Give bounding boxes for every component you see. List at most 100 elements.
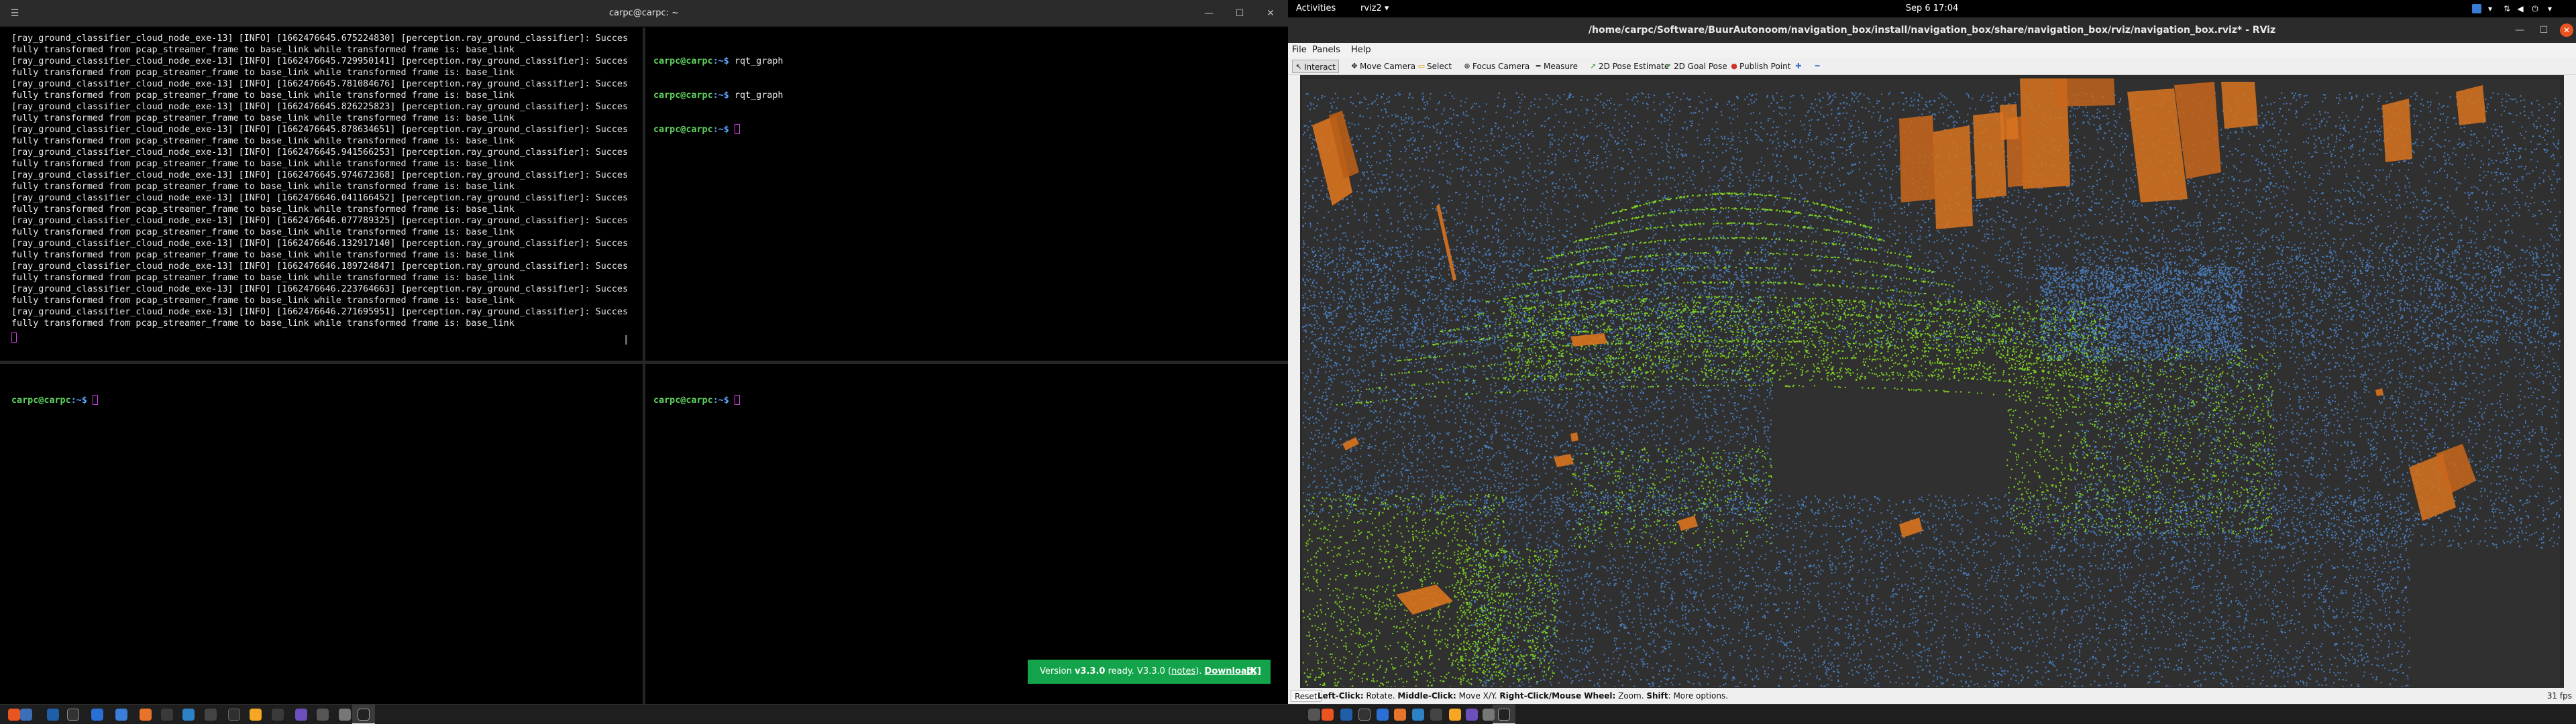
clock[interactable]: Sep 6 17:04 <box>1288 0 2576 17</box>
select-tool[interactable]: ▭ Select <box>1415 60 1452 73</box>
log-line: [ray_ground_classifier_cloud_node_exe-13… <box>11 101 643 113</box>
goal-pose-tool[interactable]: ➚ 2D Goal Pose <box>1662 60 1727 73</box>
app-icon[interactable] <box>272 709 284 721</box>
hint-text: Zoom. <box>1615 691 1646 701</box>
chevron-down-icon[interactable]: ▾ <box>2545 4 2555 13</box>
files-icon[interactable] <box>20 709 32 721</box>
hint-key: Middle-Click: <box>1397 691 1456 701</box>
measure-tool[interactable]: ═ Measure <box>1532 60 1578 73</box>
text-editor-icon[interactable] <box>1377 709 1389 721</box>
pane-divider-vertical[interactable] <box>643 27 645 704</box>
green-arrow-icon: ➚ <box>1664 60 1673 73</box>
log-line: [ray_ground_classifier_cloud_node_exe-13… <box>11 306 643 318</box>
ubuntu-icon[interactable] <box>1322 709 1334 721</box>
command-line: carpc@carpc:~$ <box>653 395 1288 406</box>
interact-tool[interactable]: ↖ Interact <box>1292 60 1339 73</box>
prompt-user: carpc@carpc <box>653 125 713 135</box>
command-text: rqt_graph <box>735 56 784 66</box>
terminal-titlebar[interactable]: ☰ carpc@carpc: ~ — ☐ ✕ <box>0 0 1288 27</box>
bounding-box <box>1899 115 1936 202</box>
taskbar-right <box>1288 704 2576 724</box>
scrollbar[interactable] <box>625 335 627 345</box>
volume-icon[interactable]: ◀ <box>2516 4 2525 13</box>
maximize-icon[interactable]: ☐ <box>2537 23 2551 37</box>
menu-file[interactable]: File <box>1292 43 1307 58</box>
code-icon[interactable] <box>1412 709 1424 721</box>
browser-icon[interactable] <box>47 709 59 721</box>
terminal-pane-top-left[interactable]: [ray_ground_classifier_cloud_node_exe-13… <box>0 27 643 361</box>
minimize-icon[interactable]: — <box>1201 5 1217 21</box>
settings-icon[interactable] <box>339 709 351 721</box>
app-icon[interactable] <box>205 709 217 721</box>
remove-tool-button[interactable]: ━ <box>1811 60 1823 73</box>
prompt-user: carpc@carpc <box>653 396 713 406</box>
power-icon[interactable]: ⏻ <box>2530 4 2540 13</box>
log-line: [ray_ground_classifier_cloud_node_exe-13… <box>11 170 643 181</box>
menu-help[interactable]: Help <box>1351 43 1371 58</box>
app-icon[interactable] <box>317 709 329 721</box>
tool-label: Publish Point <box>1739 62 1790 71</box>
menu-panels[interactable]: Panels <box>1312 43 1340 58</box>
move-camera-tool[interactable]: ✥ Move Camera <box>1348 60 1415 73</box>
terminal-pane-bottom-right[interactable]: carpc@carpc:~$ <box>645 364 1288 704</box>
focus-camera-tool[interactable]: ⊕ Focus Camera <box>1461 60 1529 73</box>
command-text: rqt_graph <box>735 90 784 101</box>
obsidian-icon[interactable] <box>295 709 307 721</box>
log-line: fully transformed from pcap_streamer_fra… <box>11 113 643 124</box>
log-line: fully transformed from pcap_streamer_fra… <box>11 295 643 306</box>
pose-estimate-tool[interactable]: ➚ 2D Pose Estimate <box>1587 60 1669 73</box>
app-icon[interactable] <box>1430 709 1442 721</box>
add-tool-button[interactable]: ✚ <box>1792 60 1804 73</box>
log-line: fully transformed from pcap_streamer_fra… <box>11 181 643 192</box>
close-icon[interactable]: ✕ <box>2560 23 2573 37</box>
rviz-window: /home/carpc/Software/BuurAutonoom/naviga… <box>1288 17 2576 704</box>
ubuntu-icon[interactable] <box>8 709 20 721</box>
code-icon[interactable] <box>182 709 195 721</box>
close-icon[interactable]: ✕ <box>1263 5 1279 21</box>
firefox-icon[interactable] <box>140 709 152 721</box>
prompt-user: carpc@carpc <box>653 56 713 66</box>
select-icon: ▭ <box>1417 60 1426 73</box>
left-dock-collapsed[interactable] <box>1288 75 1300 704</box>
terminal-window: ☰ carpc@carpc: ~ — ☐ ✕ [ray_ground_class… <box>0 0 1288 704</box>
document-icon[interactable] <box>115 709 127 721</box>
terminal-icon[interactable] <box>358 709 370 721</box>
publish-point-tool[interactable]: ● Publish Point <box>1728 60 1790 73</box>
log-line: fully transformed from pcap_streamer_fra… <box>11 318 643 329</box>
log-line: [ray_ground_classifier_cloud_node_exe-13… <box>11 33 643 44</box>
settings-icon[interactable] <box>1483 709 1495 721</box>
minimize-icon[interactable]: — <box>2513 23 2526 37</box>
minus-icon: ━ <box>1813 60 1822 73</box>
toast-close-button[interactable]: [X] <box>1246 660 1261 684</box>
tray-app-icon[interactable] <box>2472 4 2481 13</box>
reset-button[interactable]: Reset <box>1291 690 1322 702</box>
3d-viewport[interactable] <box>1301 78 2561 688</box>
maximize-icon[interactable]: ☐ <box>1232 5 1248 21</box>
terminal-pane-top-right[interactable]: carpc@carpc:~$ rqt_graph carpc@carpc:~$ … <box>645 27 1288 361</box>
chrome-icon[interactable] <box>250 709 262 721</box>
text-editor-icon[interactable] <box>91 709 103 721</box>
app-icon[interactable] <box>161 709 173 721</box>
terminal-title: carpc@carpc: ~ <box>0 0 1288 27</box>
chrome-icon[interactable] <box>1449 709 1461 721</box>
terminal-icon[interactable] <box>1498 709 1510 721</box>
log-line: fully transformed from pcap_streamer_fra… <box>11 227 643 238</box>
right-dock-collapsed[interactable] <box>2564 75 2576 704</box>
tool-label: Select <box>1427 62 1452 71</box>
terminal-icon[interactable] <box>1358 709 1371 721</box>
firefox-icon[interactable] <box>1394 709 1406 721</box>
app-icon[interactable] <box>228 709 240 721</box>
terminal-icon[interactable] <box>67 709 79 721</box>
network-icon[interactable]: ⇅ <box>2502 4 2512 13</box>
obsidian-icon[interactable] <box>1466 709 1478 721</box>
log-line: fully transformed from pcap_streamer_fra… <box>11 44 643 56</box>
rviz-titlebar[interactable]: /home/carpc/Software/BuurAutonoom/naviga… <box>1288 17 2576 43</box>
browser-icon[interactable] <box>1340 709 1352 721</box>
fps-counter: 31 fps <box>2547 688 2572 704</box>
toast-notes-link[interactable]: notes <box>1171 666 1195 676</box>
app-icon[interactable] <box>1308 709 1320 721</box>
tool-label: Measure <box>1544 62 1578 71</box>
pane-divider-horizontal[interactable] <box>0 361 1288 364</box>
keyboard-icon[interactable]: ▾ <box>2485 4 2495 13</box>
terminal-pane-bottom-left[interactable]: carpc@carpc:~$ <box>0 364 643 704</box>
